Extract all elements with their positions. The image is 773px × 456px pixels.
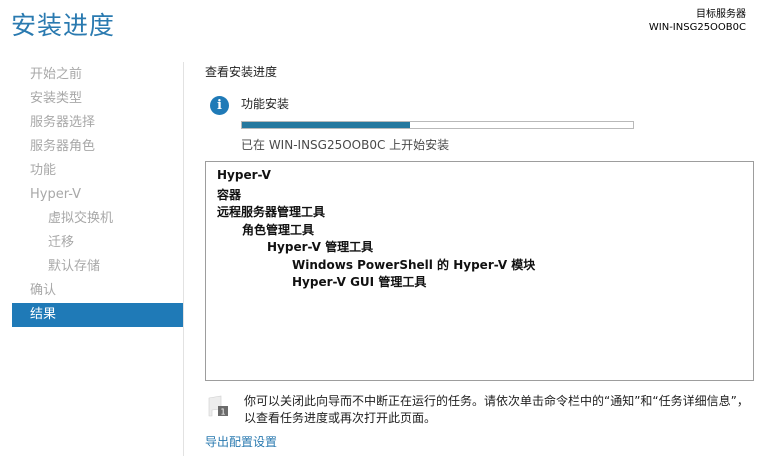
nav-item[interactable]: 功能: [12, 159, 183, 183]
feature-item: Hyper-V 管理工具: [267, 240, 374, 254]
feature-item: 远程服务器管理工具: [217, 205, 326, 219]
target-server-label: 目标服务器: [696, 9, 746, 20]
svg-text:1: 1: [220, 408, 225, 417]
feature-item: 容器: [217, 187, 242, 202]
info-icon: i: [210, 96, 229, 115]
progress-bar-fill: [242, 122, 411, 128]
feature-item: 角色管理工具: [242, 222, 315, 237]
nav-item[interactable]: 服务器角色: [12, 135, 183, 159]
wizard-nav: 开始之前 安装类型 服务器选择 服务器角色 功能 Hyper-V 虚拟交换机 迁移 默认存储 确认…: [12, 63, 183, 327]
export-config-link[interactable]: 导出配置设置: [205, 433, 277, 450]
nav-item[interactable]: 开始之前: [12, 63, 183, 87]
nav-item[interactable]: 迁移: [12, 231, 183, 255]
note-text: 你可以关闭此向导而不中断正在运行的任务。请依次单击命令栏中的“通知”和“任务详细…: [244, 394, 749, 425]
nav-item[interactable]: Hyper-V: [12, 183, 183, 207]
feature-item: Hyper-V GUI 管理工具: [292, 275, 427, 289]
feature-install-label: 功能安装: [241, 97, 290, 111]
page-title: 安装进度: [11, 11, 116, 40]
feature-item: Hyper-V: [217, 168, 271, 182]
nav-item[interactable]: 确认: [12, 279, 183, 303]
progress-status: 已在 WIN-INSG25OOB0C 上开始安装: [241, 138, 450, 152]
progress-bar: [241, 121, 634, 129]
target-server-name: WIN-INSG25OOB0C: [648, 22, 746, 33]
section-title: 查看安装进度: [205, 65, 278, 79]
nav-item[interactable]: 服务器选择: [12, 111, 183, 135]
nav-item[interactable]: 虚拟交换机: [12, 207, 183, 231]
nav-item[interactable]: 默认存储: [12, 255, 183, 279]
nav-divider: [183, 62, 184, 456]
nav-item[interactable]: 安装类型: [12, 87, 183, 111]
features-list[interactable]: Hyper-V 容器远程服务器管理工具角色管理工具 Hyper-V 管理工具 Wind…: [205, 161, 754, 381]
nav-item[interactable]: 结果: [12, 303, 183, 327]
feature-item: Windows PowerShell 的 Hyper-V 模块: [292, 257, 536, 272]
target-server-info: 目标服务器 WIN-INSG25OOB0C: [649, 8, 746, 34]
flag-notification-icon: 1: [208, 395, 228, 417]
